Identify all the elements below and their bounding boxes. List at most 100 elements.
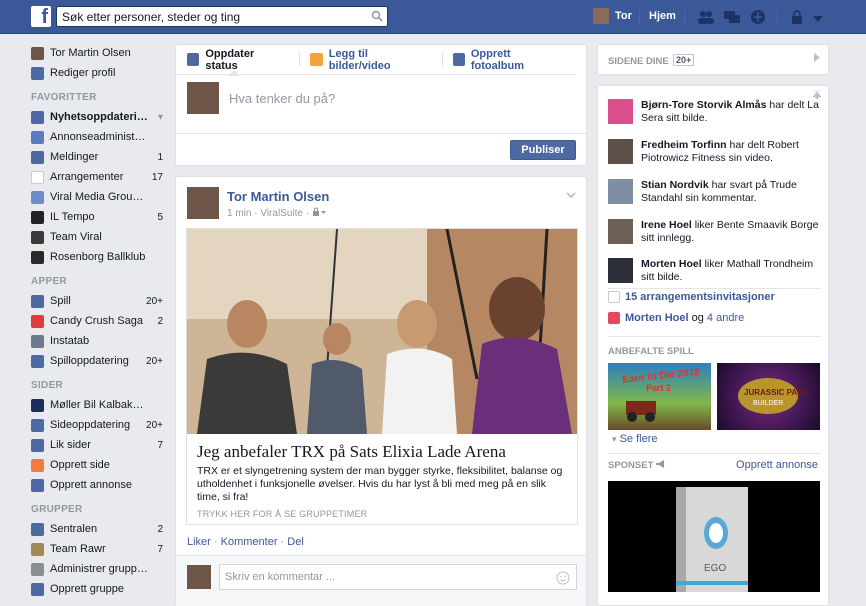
search-box[interactable] xyxy=(56,6,388,27)
avatar xyxy=(187,82,219,114)
sidebar-item-app-2[interactable]: Instatab xyxy=(31,331,163,351)
avatar[interactable] xyxy=(187,187,219,219)
sidebar-item-favorite-0[interactable]: Nyhetsoppdatering ▾ xyxy=(31,107,163,127)
like-button[interactable]: Liker xyxy=(187,536,211,548)
ticker-text: Bjørn-Tore Storvik Almås har delt La Ser… xyxy=(641,99,821,125)
post-author[interactable]: Tor Martin Olsen xyxy=(227,189,329,204)
sponsored-label: SPONSET xyxy=(608,460,654,471)
sidebar-item-profile[interactable]: Tor Martin Olsen xyxy=(31,43,163,63)
ticker-actor[interactable]: Bjørn-Tore Storvik Almås xyxy=(641,99,766,111)
chevron-down-icon[interactable] xyxy=(566,187,576,201)
tab-create-album[interactable]: Opprett fotoalbum xyxy=(452,48,563,72)
left-sidebar: Tor Martin Olsen Rediger profil FAVORITT… xyxy=(31,43,163,599)
ticker-actor[interactable]: Fredheim Torfinn xyxy=(641,139,727,151)
create-ad-link[interactable]: Opprett annonse xyxy=(736,459,818,471)
comment-button[interactable]: Kommenter xyxy=(221,536,278,548)
facebook-logo[interactable]: f xyxy=(31,6,51,28)
sidebar-item-page-4[interactable]: Opprett annonse xyxy=(31,475,163,495)
your-pages-box[interactable]: SIDENE DINE 20+ xyxy=(597,44,829,75)
chevron-down-icon: ▾ xyxy=(612,434,617,444)
search-input[interactable] xyxy=(57,7,357,26)
friend-requests-icon[interactable] xyxy=(697,9,715,28)
sidebar-favorite-icon xyxy=(31,130,44,144)
sidebar-item-label: Rosenborg Ballklub xyxy=(50,251,146,263)
emoticon-icon[interactable] xyxy=(556,570,570,594)
sidebar-item-favorite-3[interactable]: Arrangementer 17 xyxy=(31,167,163,187)
post-timestamp[interactable]: 1 min · ViralSuite · xyxy=(227,208,312,219)
ticker-actor[interactable]: Irene Hoel xyxy=(641,219,692,231)
sidebar-item-app-3[interactable]: Spilloppdatering 20+ xyxy=(31,351,163,371)
sidebar-item-page-1[interactable]: Sideoppdatering 20+ xyxy=(31,415,163,435)
sidebar-item-page-2[interactable]: Lik sider 7 xyxy=(31,435,163,455)
messages-icon[interactable] xyxy=(723,9,741,28)
sidebar-item-page-0[interactable]: Møller Bil Kalbakken xyxy=(31,395,163,415)
ticker-story[interactable]: Stian Nordvik har svart på Trude Standah… xyxy=(608,179,821,205)
sidebar-favorite-icon xyxy=(31,230,44,244)
sidebar-item-group-3[interactable]: Opprett gruppe xyxy=(31,579,163,599)
tab-label: Oppdater status xyxy=(205,47,255,72)
post-actions: Liker · Kommenter · Del xyxy=(187,536,304,548)
game-thumbnail[interactable]: JURASSIC PARK BUILDER xyxy=(717,363,820,430)
attachment-caption[interactable]: TRYKK HER FOR Å SE GRUPPETIMER xyxy=(197,509,367,519)
sidebar-item-group-2[interactable]: Administrer gruppe... xyxy=(31,559,163,579)
news-feed-post: Tor Martin Olsen 1 min · ViralSuite · Je… xyxy=(175,176,587,606)
ticker-story[interactable]: Irene Hoel liker Bente Smaavik Borge sit… xyxy=(608,219,821,245)
game-thumbnail[interactable]: Earn to Die 2012 Part 2 xyxy=(608,363,711,430)
topbar-profile-link[interactable]: Tor xyxy=(593,8,632,24)
tab-update-status[interactable]: Oppdater status xyxy=(187,48,285,72)
sidebar-item-label: Tor Martin Olsen xyxy=(50,47,131,59)
attachment-title[interactable]: Jeg anbefaler TRX på Sats Elixia Lade Ar… xyxy=(197,442,506,462)
divider xyxy=(608,288,820,289)
chevron-down-icon[interactable]: ▾ xyxy=(158,112,163,123)
privacy-lock-icon[interactable] xyxy=(790,9,804,28)
chevron-right-icon[interactable] xyxy=(814,53,820,65)
publish-button[interactable]: Publiser xyxy=(510,140,576,160)
ticker-actor[interactable]: Morten Hoel xyxy=(641,258,702,270)
birthday-others-link[interactable]: 4 andre xyxy=(707,312,744,324)
sidebar-page-icon xyxy=(31,458,44,472)
sidebar-item-page-3[interactable]: Opprett side xyxy=(31,455,163,475)
notifications-icon[interactable] xyxy=(750,9,766,28)
sidebar-item-favorite-1[interactable]: Annonseadministra... xyxy=(31,127,163,147)
ticker-story[interactable]: Bjørn-Tore Storvik Almås har delt La Ser… xyxy=(608,99,821,125)
sidebar-favorite-icon xyxy=(31,170,44,184)
avatar xyxy=(187,565,211,589)
privacy-lock-icon[interactable] xyxy=(312,207,326,219)
sidebar-app-icon xyxy=(31,294,44,308)
sidebar-item-group-1[interactable]: Team Rawr 7 xyxy=(31,539,163,559)
divider xyxy=(684,9,685,25)
sidebar-item-favorite-5[interactable]: IL Tempo 5 xyxy=(31,207,163,227)
ticker-story[interactable]: Morten Hoel liker Mathall Trondheim sitt… xyxy=(608,258,821,284)
sidebar-item-favorite-6[interactable]: Team Viral xyxy=(31,227,163,247)
sidebar-item-app-1[interactable]: Candy Crush Saga 2 xyxy=(31,311,163,331)
sidebar-item-favorite-2[interactable]: Meldinger 1 xyxy=(31,147,163,167)
sidebar-item-edit-profile[interactable]: Rediger profil xyxy=(31,63,163,83)
invites-link[interactable]: 15 arrangementsinvitasjoner xyxy=(625,291,775,303)
search-icon[interactable] xyxy=(371,10,383,25)
tab-add-photo[interactable]: Legg til bilder/video xyxy=(310,48,427,72)
pencil-icon xyxy=(31,66,44,80)
sidebar-item-favorite-4[interactable]: Viral Media Group AS xyxy=(31,187,163,207)
attachment-photo[interactable] xyxy=(187,229,577,434)
link-attachment[interactable]: Jeg anbefaler TRX på Sats Elixia Lade Ar… xyxy=(186,228,578,525)
sidebar-item-label: Sentralen xyxy=(50,523,98,535)
home-link[interactable]: Hjem xyxy=(649,10,676,22)
settings-dropdown-icon[interactable] xyxy=(813,13,823,25)
count-badge: 5 xyxy=(157,211,163,223)
comment-input[interactable]: Skriv en kommentar ... xyxy=(219,564,577,590)
event-invites[interactable]: 15 arrangementsinvitasjoner xyxy=(608,291,775,303)
divider xyxy=(299,53,301,66)
ticker-story[interactable]: Fredheim Torfinn har delt Robert Piotrow… xyxy=(608,139,821,165)
composer-input[interactable]: Hva tenker du på? xyxy=(187,82,335,114)
status-composer: Oppdater status Legg til bilder/video Op… xyxy=(175,44,587,166)
birthday-name-link[interactable]: Morten Hoel xyxy=(625,312,689,324)
sidebar-item-group-0[interactable]: Sentralen 2 xyxy=(31,519,163,539)
sponsored-ad-image[interactable]: EGO xyxy=(608,481,820,592)
right-column: Bjørn-Tore Storvik Almås har delt La Ser… xyxy=(597,85,829,606)
see-more-link[interactable]: ▾ Se flere xyxy=(612,433,658,445)
share-button[interactable]: Del xyxy=(287,536,304,548)
sidebar-item-app-0[interactable]: Spill 20+ xyxy=(31,291,163,311)
sidebar-item-favorite-7[interactable]: Rosenborg Ballklub xyxy=(31,247,163,267)
sidebar-item-label: Team Rawr xyxy=(50,543,106,555)
ticker-actor[interactable]: Stian Nordvik xyxy=(641,179,709,191)
